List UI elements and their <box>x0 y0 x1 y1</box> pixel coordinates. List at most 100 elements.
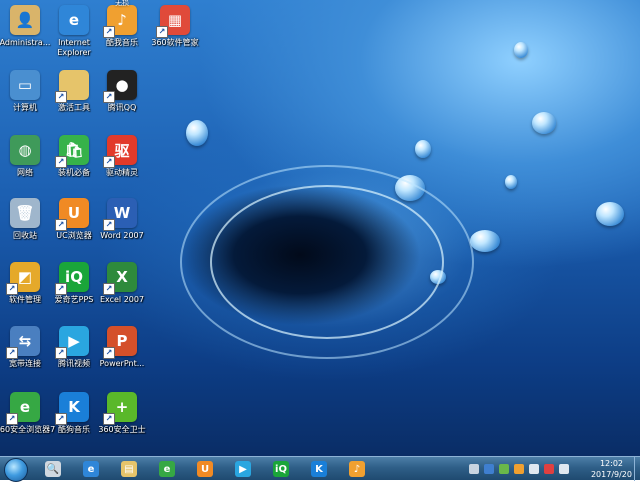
help-icon <box>484 464 494 474</box>
shortcut-arrow-icon: ↗ <box>156 26 168 38</box>
shortcut-arrow-icon: ↗ <box>103 91 115 103</box>
driver-icon: 驱 ↗ <box>103 135 137 168</box>
internet-explorer-icon: e <box>59 5 89 35</box>
desktop-icon-label: Excel 2007 <box>99 295 145 304</box>
tray-help[interactable] <box>483 461 495 477</box>
shortcut-arrow-icon: ↗ <box>6 347 18 359</box>
broadband-icon: ⇆ ↗ <box>6 326 40 359</box>
shortcut-arrow-icon: ↗ <box>6 413 18 425</box>
water-drop <box>415 140 431 158</box>
badge-label: 无损 <box>115 0 129 7</box>
computer-icon: ▭ <box>10 70 40 100</box>
music-box-icon: ♪ 无损 ↗ <box>103 0 137 38</box>
recycle-bin-icon: 🗑 <box>10 198 40 228</box>
iqiyi-icon: iQ <box>273 461 289 477</box>
shortcut-arrow-icon: ↗ <box>103 283 115 295</box>
shield-icon <box>499 464 509 474</box>
taskbar-button-tencent-video[interactable]: ▶ <box>228 458 258 480</box>
user-folder-icon: 👤 <box>10 5 40 35</box>
shortcut-arrow-icon: ↗ <box>103 156 115 168</box>
shopping-bag-icon: 🛍 ↗ <box>55 135 89 168</box>
360-browser-icon: e ↗ <box>6 392 40 425</box>
desktop-icon-tencent-qq[interactable]: ● ↗ 腾讯QQ <box>90 70 154 113</box>
desktop-icon-powerpoint[interactable]: P ↗ PowerPnt... <box>90 326 154 369</box>
taskbar-button-music-box[interactable]: ♪ <box>342 458 372 480</box>
shortcut-arrow-icon: ↗ <box>55 283 67 295</box>
tray-music[interactable] <box>513 461 525 477</box>
tray-clock[interactable]: 12:02 2017/9/20 <box>591 458 632 480</box>
desktop-icon-label: 驱动精灵 <box>106 168 138 177</box>
shortcut-arrow-icon: ↗ <box>55 156 67 168</box>
360-guard-icon: + ↗ <box>103 392 137 425</box>
taskbar-button-360-browser[interactable]: e <box>152 458 182 480</box>
app-manager-icon: ◩ ↗ <box>6 262 40 295</box>
water-drop <box>505 175 517 189</box>
volume-icon <box>559 464 569 474</box>
taskbar-button-iqiyi[interactable]: iQ <box>266 458 296 480</box>
internet-explorer-icon: e <box>83 461 99 477</box>
uc-browser-icon: U ↗ <box>55 198 89 231</box>
uc-browser-icon: U <box>197 461 213 477</box>
taskbar-button-explorer[interactable]: ▤ <box>114 458 144 480</box>
shortcut-arrow-icon: ↗ <box>103 347 115 359</box>
taskbar-button-ie[interactable]: e <box>76 458 106 480</box>
start-button[interactable] <box>4 458 28 482</box>
shortcut-arrow-icon: ↗ <box>55 91 67 103</box>
folder-icon: ↗ <box>55 70 89 103</box>
shortcut-arrow-icon: ↗ <box>55 347 67 359</box>
desktop-icon-driver-wizard[interactable]: 驱 ↗ 驱动精灵 <box>90 135 154 178</box>
shortcut-arrow-icon: ↗ <box>103 413 115 425</box>
water-drop <box>514 42 528 58</box>
water-drop <box>186 120 208 146</box>
taskbar-button-uc-browser[interactable]: U <box>190 458 220 480</box>
tray-flag[interactable] <box>543 461 555 477</box>
shortcut-arrow-icon: ↗ <box>55 219 67 231</box>
software-manager-icon: ▦ ↗ <box>156 5 190 38</box>
tray-network[interactable] <box>528 461 540 477</box>
kugou-icon: K ↗ <box>55 392 89 425</box>
desktop-icon-excel-2007[interactable]: X ↗ Excel 2007 <box>90 262 154 305</box>
shortcut-arrow-icon: ↗ <box>6 283 18 295</box>
desktop-icon-word-2007[interactable]: W ↗ Word 2007 <box>90 198 154 241</box>
tray-security[interactable] <box>498 461 510 477</box>
splash-ripple <box>210 185 444 339</box>
water-drop <box>596 202 624 226</box>
desktop-icon-label: 360安全卫士 <box>98 425 146 434</box>
desktop-icon-label: 360软件管家 <box>151 38 199 47</box>
clock-time: 12:02 <box>599 459 624 468</box>
desktop-icon-label: PowerPnt... <box>99 359 145 368</box>
folder-icon: ▤ <box>121 461 137 477</box>
music-box-icon: ♪ <box>349 461 365 477</box>
word-icon: W ↗ <box>103 198 137 231</box>
shortcut-arrow-icon: ↗ <box>55 413 67 425</box>
360-browser-icon: e <box>159 461 175 477</box>
tray-volume[interactable] <box>558 461 570 477</box>
search-icon: 🔍 <box>45 461 61 477</box>
network-tray-icon <box>529 464 539 474</box>
desktop-icon-360-software-manager[interactable]: ▦ ↗ 360软件管家 <box>143 5 207 48</box>
powerpoint-icon: P ↗ <box>103 326 137 359</box>
taskbar-button-kugou[interactable]: K <box>304 458 334 480</box>
show-desktop-button[interactable] <box>634 457 640 481</box>
iqiyi-icon: iQ ↗ <box>55 262 89 295</box>
keyboard-icon <box>469 464 479 474</box>
flag-tray-icon <box>544 464 554 474</box>
tray-keyboard[interactable] <box>468 461 480 477</box>
kugou-icon: K <box>311 461 327 477</box>
water-drop <box>532 112 556 134</box>
desktop-icon-label: Word 2007 <box>100 231 144 240</box>
qq-penguin-icon: ● ↗ <box>103 70 137 103</box>
tencent-video-icon: ▶ ↗ <box>55 326 89 359</box>
clock-date: 2017/9/20 <box>590 470 632 479</box>
shortcut-arrow-icon: ↗ <box>103 219 115 231</box>
excel-icon: X ↗ <box>103 262 137 295</box>
shortcut-arrow-icon: ↗ <box>103 26 115 38</box>
taskbar: 🔍 e ▤ e U ▶ iQ K ♪ 12:02 2017/9/20 <box>0 456 640 482</box>
taskbar-button-search[interactable]: 🔍 <box>38 458 68 480</box>
desktop-icon-label: 腾讯QQ <box>107 103 137 112</box>
network-globe-icon: ◍ <box>10 135 40 165</box>
tencent-video-icon: ▶ <box>235 461 251 477</box>
desktop-icon-360-safeguard[interactable]: + ↗ 360安全卫士 <box>90 392 154 435</box>
water-drop <box>470 230 500 252</box>
music-tray-icon <box>514 464 524 474</box>
